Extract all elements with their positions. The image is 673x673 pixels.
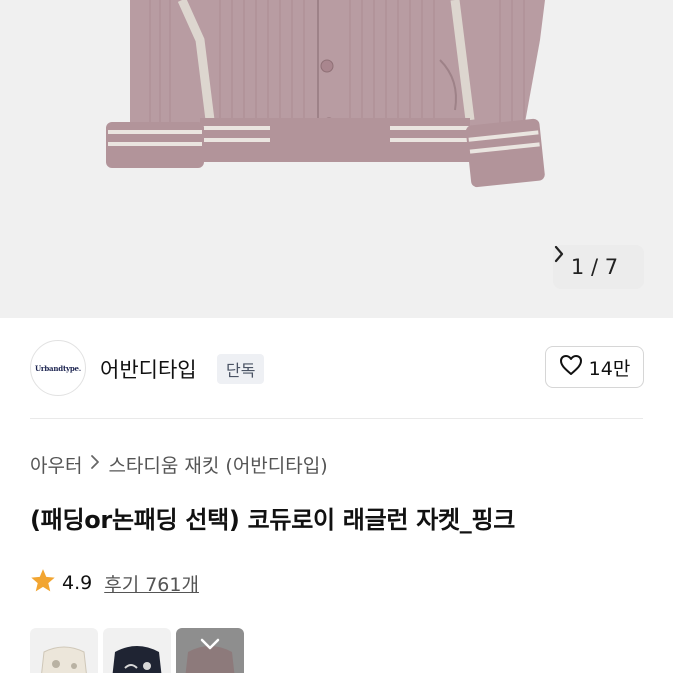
rating-row: 4.9 후기 761개 <box>30 568 199 598</box>
jacket-thumbnail-pink <box>185 638 235 673</box>
store-name[interactable]: 어반디타입 <box>100 354 197 384</box>
exclusive-badge: 단독 <box>217 354 265 384</box>
like-button[interactable]: 14만 <box>545 346 644 388</box>
image-counter[interactable]: 1 / 7 <box>553 245 644 289</box>
breadcrumb-category[interactable]: 아우터 <box>30 451 82 478</box>
star-icon <box>30 568 56 598</box>
product-title: (패딩or논패딩 선택) 코듀로이 래글런 자켓_핑크 <box>30 506 516 534</box>
divider <box>30 418 643 419</box>
color-option-navy[interactable] <box>103 628 171 673</box>
jacket-thumbnail-ivory <box>41 646 87 673</box>
rating-score: 4.9 <box>62 572 93 594</box>
breadcrumb: 아우터 스타디움 재킷 (어반디타입) <box>30 451 328 478</box>
color-options <box>30 628 244 673</box>
color-option-ivory[interactable] <box>30 628 98 673</box>
product-image-gallery[interactable]: 1 / 7 <box>0 0 673 318</box>
chevron-right-icon <box>90 454 100 475</box>
color-option-pink[interactable] <box>176 628 244 673</box>
breadcrumb-subcategory[interactable]: 스타디움 재킷 (어반디타입) <box>108 451 327 478</box>
store-logo-text: Urbandtype. <box>34 363 82 373</box>
store-info-row: Urbandtype. 어반디타입 단독 14만 <box>0 318 673 418</box>
store-logo[interactable]: Urbandtype. <box>30 340 86 396</box>
image-counter-text: 1 / 7 <box>570 255 619 279</box>
jacket-thumbnail-navy <box>112 646 162 673</box>
heart-outline-icon <box>559 354 583 381</box>
like-count: 14만 <box>588 357 631 380</box>
review-count-link[interactable]: 후기 761개 <box>104 570 199 597</box>
